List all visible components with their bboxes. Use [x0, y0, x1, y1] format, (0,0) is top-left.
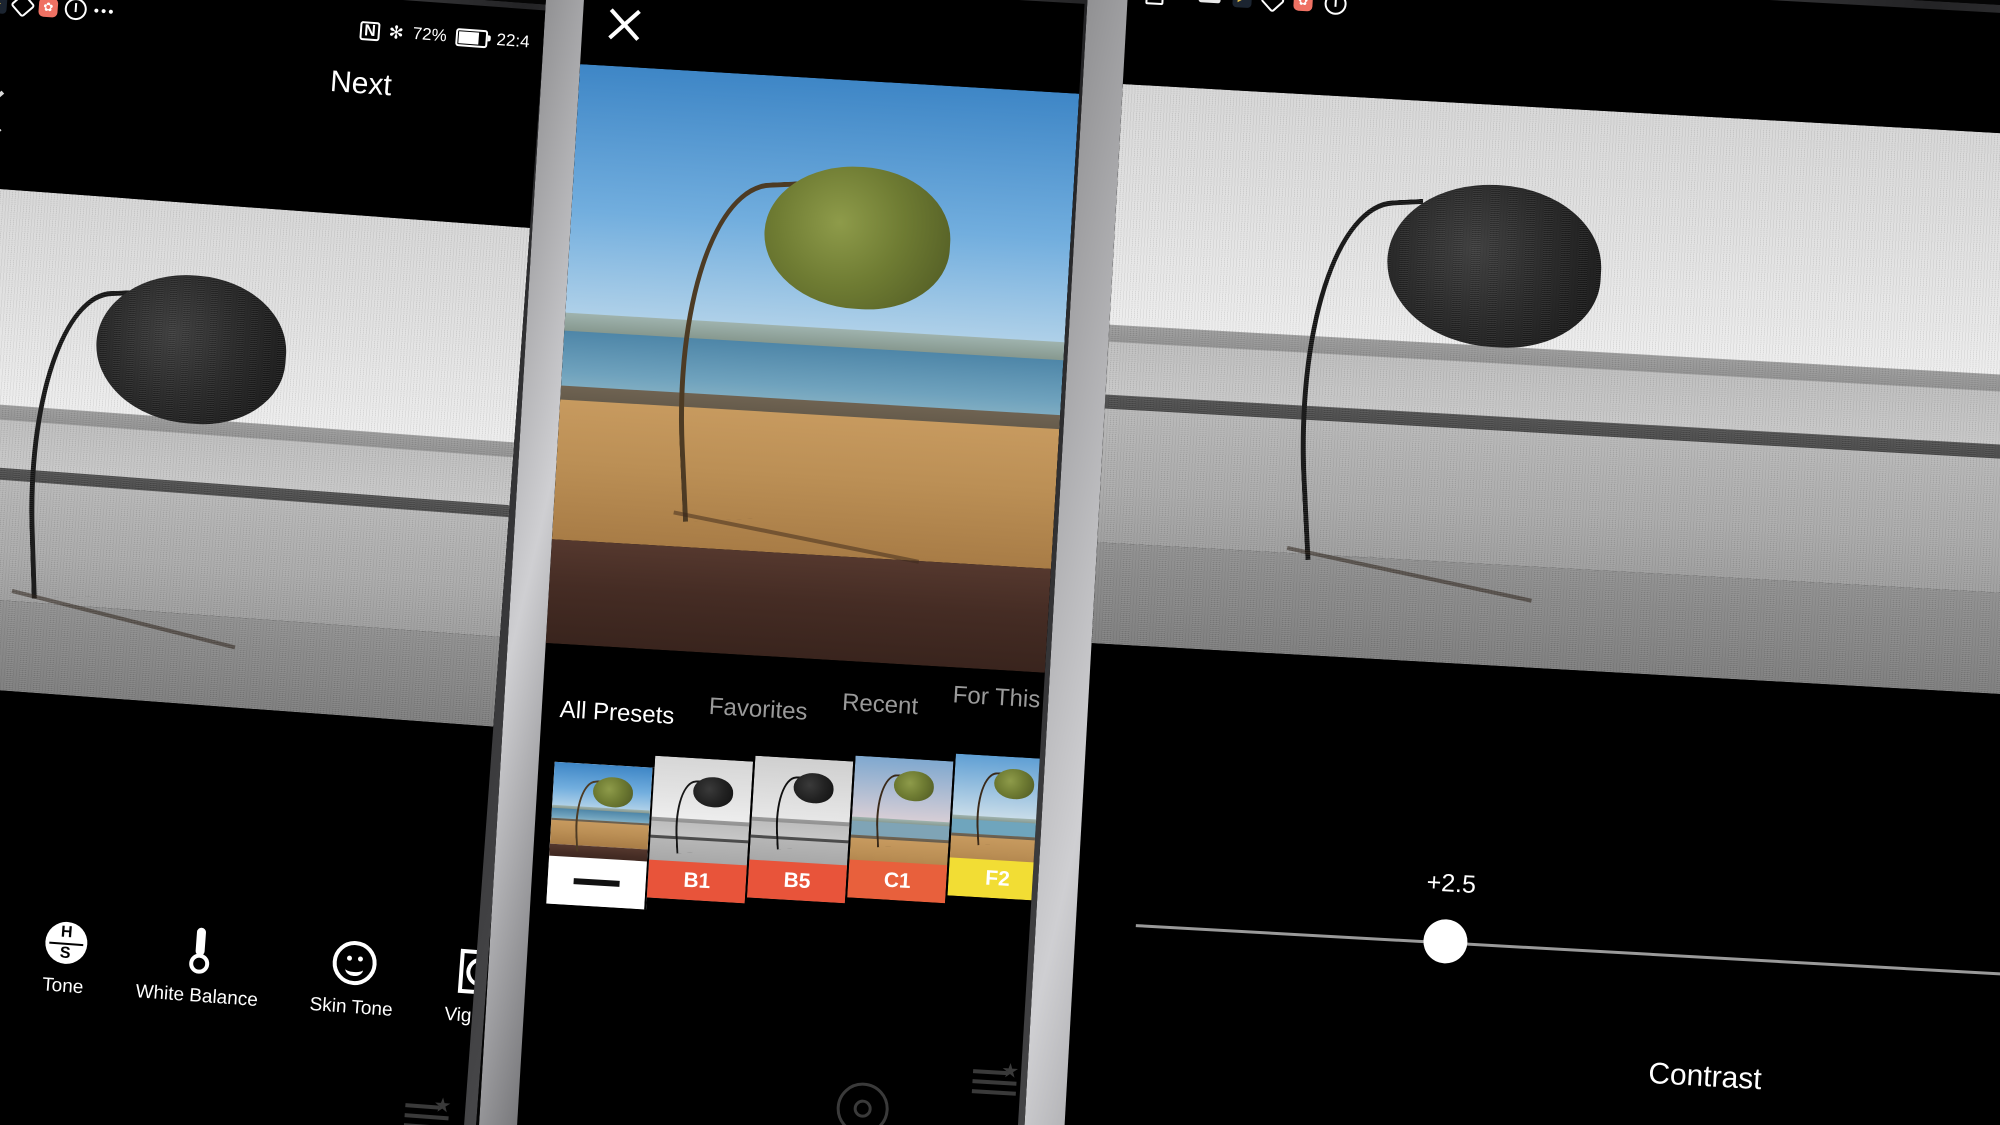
center-phone-screen: All Presets Favorites Recent For This Ph… [514, 0, 1085, 1125]
smiley-face-icon [330, 939, 378, 987]
slider-thumb[interactable] [1422, 918, 1469, 965]
power-ring-icon [63, 0, 88, 21]
overflow-dots-icon: ••• [93, 1, 117, 21]
preset-original-bar [546, 855, 647, 910]
preset-thumb-c1[interactable]: C1 [847, 755, 956, 904]
nfc-icon: N [359, 20, 381, 41]
battery-percent-label: 72% [412, 23, 448, 46]
huawei-icon: ✿ [1293, 0, 1314, 12]
left-presets-star-icon[interactable]: ★ [403, 1093, 454, 1125]
cloud-icon [1198, 0, 1222, 3]
photo-tree [652, 156, 972, 523]
right-phone: ! ◕ ✿ [1020, 0, 2000, 1125]
preset-label: B1 [646, 859, 747, 904]
center-photo-preview [545, 64, 1080, 673]
slider-name-label: Contrast [1647, 1056, 1763, 1097]
tool-label: Skin Tone [308, 993, 394, 1021]
left-phone: ✿ ••• N ✻ 72% 22:4 Next H S Tone White B… [0, 0, 559, 1125]
left-photo-preview [0, 179, 530, 727]
photo-grain-overlay [1091, 84, 2000, 696]
tool-white-balance[interactable]: White Balance [135, 923, 263, 1012]
left-status-left-icons: ✿ ••• [0, 0, 116, 23]
left-status-right-icons: N ✻ 72% 22:4 [359, 19, 530, 52]
battery-icon [454, 27, 489, 49]
thermometer-icon [188, 927, 210, 975]
hs-tone-icon: HS [43, 920, 89, 966]
tab-recent[interactable]: Recent [841, 689, 919, 721]
diamond-icon [1263, 0, 1282, 9]
preset-label: B5 [746, 859, 848, 904]
play-store-icon [1232, 0, 1253, 9]
presets-star-icon[interactable]: ★ [971, 1059, 1022, 1096]
preset-thumbnail-strip: B1 B5 C1 F2 [546, 734, 1085, 939]
bluetooth-icon: ✻ [388, 21, 405, 43]
tool-tone[interactable]: HS Tone [41, 920, 89, 999]
tab-favorites[interactable]: Favorites [708, 693, 808, 727]
right-phone-screen: ! ◕ ✿ [1061, 0, 2000, 1125]
preset-thumb-original[interactable] [546, 761, 655, 910]
undo-reset-icon[interactable] [835, 1081, 891, 1125]
sim-warning-icon: ! [1145, 0, 1165, 6]
back-arrow-icon[interactable] [0, 90, 22, 133]
power-ring-icon [1323, 0, 1348, 15]
screenshot-root: ✿ ••• N ✻ 72% 22:4 Next H S Tone White B… [0, 0, 2000, 1125]
preset-thumb-b5[interactable]: B5 [746, 755, 856, 904]
left-phone-screen: ✿ ••• N ✻ 72% 22:4 Next H S Tone White B… [0, 0, 546, 1125]
slider-track[interactable] [1135, 924, 2000, 977]
tab-all-presets[interactable]: All Presets [559, 696, 675, 731]
wifi-icon: ◕ [1175, 0, 1187, 5]
tool-label: White Balance [134, 981, 259, 1012]
right-status-bar: ! ◕ ✿ [1127, 0, 2000, 55]
right-photo-preview [1091, 84, 2000, 696]
tool-skin-tone[interactable]: Skin Tone [309, 938, 398, 1022]
play-store-icon [0, 0, 8, 14]
center-phone: All Presets Favorites Recent For This Ph… [476, 0, 1117, 1125]
left-status-bar: ✿ ••• N ✻ 72% 22:4 [0, 0, 544, 54]
huawei-icon: ✿ [38, 0, 59, 18]
contrast-slider[interactable]: +2.5 [1073, 863, 2000, 1035]
left-adjust-toolbar: Saturation HS Tone White Balance [0, 906, 514, 1030]
tool-label: Tone [41, 974, 85, 999]
diamond-icon [13, 0, 32, 15]
preset-category-tabs: All Presets Favorites Recent For This Ph… [559, 674, 1085, 731]
preset-label: C1 [847, 859, 948, 904]
preset-thumb-b1[interactable]: B1 [646, 755, 756, 904]
photo-grain-overlay [0, 179, 530, 727]
close-icon[interactable] [603, 3, 645, 45]
slider-value-label: +2.5 [1425, 868, 1477, 899]
next-button[interactable]: Next [329, 65, 393, 103]
clock-label: 22:4 [495, 30, 531, 52]
